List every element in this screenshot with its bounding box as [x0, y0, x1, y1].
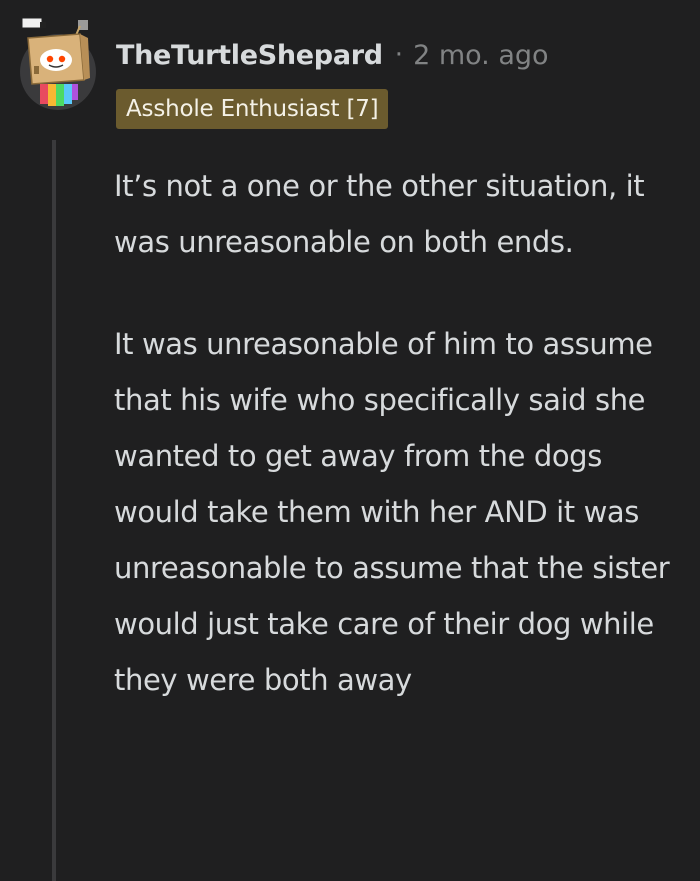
comment-paragraph: It was unreasonable of him to assume tha…	[114, 327, 670, 697]
meta-separator: ·	[394, 40, 404, 70]
snoo-box-costume-icon	[20, 17, 96, 110]
comment-timestamp[interactable]: 2 mo. ago	[413, 40, 548, 71]
user-avatar[interactable]	[18, 16, 98, 116]
comment-meta: TheTurtleShepard · 2 mo. ago	[116, 34, 549, 76]
author-username[interactable]: TheTurtleShepard	[116, 40, 383, 71]
comment-card: TheTurtleShepard · 2 mo. ago Asshole Ent…	[0, 0, 700, 881]
comment-paragraph: It’s not a one or the other situation, i…	[114, 169, 645, 259]
user-flair: Asshole Enthusiast [7]	[116, 89, 389, 129]
thread-line[interactable]	[52, 140, 56, 881]
comment-body: It’s not a one or the other situation, i…	[114, 158, 674, 754]
